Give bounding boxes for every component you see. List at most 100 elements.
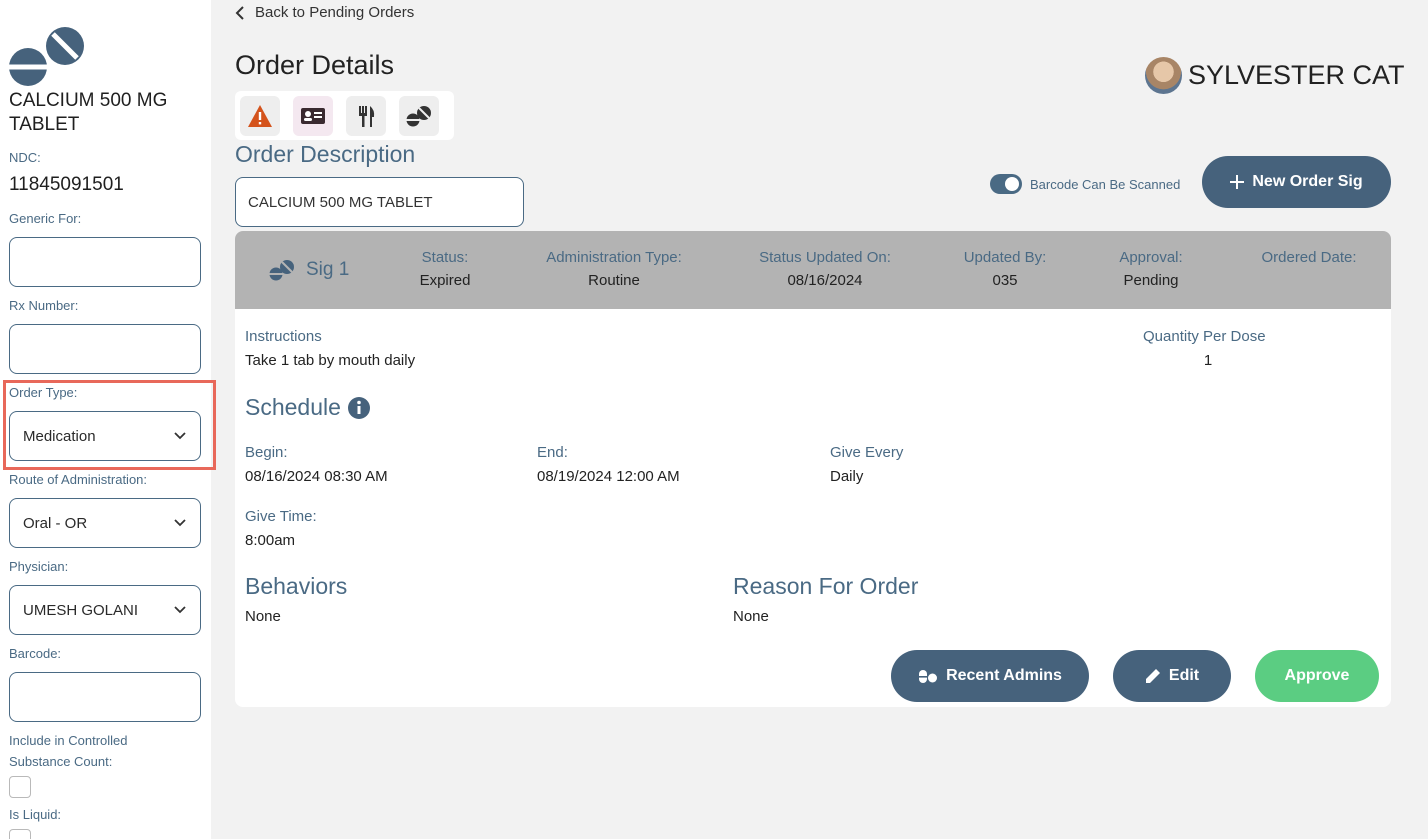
route-label: Route of Administration: [9,472,148,487]
controlled-label-line2: Substance Count: [9,754,113,769]
give-every-label: Give Every [830,444,904,461]
info-icon[interactable] [347,396,371,420]
ordered-date-col: Ordered Date: [1239,249,1379,272]
admin-type-col: Administration Type: Routine [529,249,699,289]
instructions-value: Take 1 tab by mouth daily [245,352,416,369]
ndc-value: 11845091501 [9,174,124,195]
approve-label: Approve [1284,667,1350,684]
pills-icon [269,260,294,281]
begin-label: Begin: [245,444,288,461]
back-link[interactable]: Back to Pending Orders [235,4,414,21]
drug-name: CALCIUM 500 MG TABLET [9,90,168,135]
order-type-label: Order Type: [9,385,78,400]
chevron-down-icon [174,519,186,527]
sig-card: Sig 1 Status: Expired Administration Typ… [235,231,1391,707]
status-updated-col: Status Updated On: 08/16/2024 [740,249,910,289]
route-select[interactable]: Oral - OR [9,498,201,548]
patient-header: SYLVESTER CAT [1145,57,1405,94]
id-card-icon [301,107,325,124]
reason-value: None [733,608,769,625]
recent-admins-label: Recent Admins [946,667,1062,684]
order-description-value: CALCIUM 500 MG TABLET [248,193,433,211]
status-value: Expired [419,272,471,289]
plus-icon [1230,175,1245,189]
rx-number-label: Rx Number: [9,298,79,313]
status-col: Status: Expired [395,249,495,289]
edit-label: Edit [1168,667,1200,684]
medication-button[interactable] [399,95,439,136]
give-time-value: 8:00am [245,532,296,549]
schedule-heading: Schedule [245,394,371,421]
status-updated-value: 08/16/2024 [787,272,863,289]
rx-number-input[interactable] [9,324,201,374]
capsules-icon [919,670,938,683]
admin-type-value: Routine [588,272,640,289]
quantity-label: Quantity Per Dose [1143,328,1266,345]
controlled-substance-checkbox[interactable] [9,776,31,798]
id-card-button[interactable] [293,95,333,136]
instructions-label: Instructions [245,328,322,345]
behaviors-value: None [245,608,281,625]
barcode-toggle-group: Barcode Can Be Scanned [990,174,1180,194]
admin-type-label: Administration Type: [546,249,682,266]
chevron-down-icon [174,432,186,440]
edit-button[interactable]: Edit [1113,650,1231,702]
approve-button[interactable]: Approve [1255,650,1379,702]
quantity-value: 1 [1203,352,1213,369]
page-title: Order Details [235,50,395,80]
barcode-label: Barcode: [9,646,62,661]
give-time-label: Give Time: [245,508,317,525]
order-type-value: Medication [23,427,96,445]
approval-label: Approval: [1119,249,1183,266]
updated-by-label: Updated By: [963,249,1047,266]
new-order-sig-label: New Order Sig [1252,173,1363,190]
order-description-input[interactable]: CALCIUM 500 MG TABLET [235,177,524,227]
order-type-select[interactable]: Medication [9,411,201,461]
avatar [1145,57,1182,94]
warning-icon [248,104,272,127]
updated-by-value: 035 [992,272,1018,289]
end-label: End: [537,444,568,461]
pencil-icon [1145,669,1160,683]
schedule-title: Schedule [245,394,341,420]
patient-name: SYLVESTER CAT [1188,60,1405,90]
sig-label: Sig 1 [306,259,350,280]
begin-value: 08/16/2024 08:30 AM [245,468,388,485]
is-liquid-checkbox[interactable] [9,829,31,839]
status-label: Status: [421,249,469,266]
reason-heading: Reason For Order [733,573,919,599]
chevron-left-icon [235,5,244,20]
utensils-icon [359,105,375,127]
generic-for-input[interactable] [9,237,201,287]
updated-by-col: Updated By: 035 [945,249,1065,289]
warning-button[interactable] [240,95,280,136]
icon-toolbar [235,91,454,140]
order-description-heading: Order Description [235,141,416,167]
new-order-sig-button[interactable]: New Order Sig [1202,156,1391,208]
pills-logo-icon [9,27,84,86]
physician-select[interactable]: UMESH GOLANI [9,585,201,635]
pills-icon [406,105,431,126]
approval-value: Pending [1123,272,1179,289]
approval-col: Approval: Pending [1101,249,1201,289]
generic-for-label: Generic For: [9,211,82,226]
physician-label: Physician: [9,559,69,574]
ndc-label: NDC: [9,150,41,165]
barcode-toggle[interactable] [990,174,1022,194]
sig-title[interactable]: Sig 1 [268,259,349,281]
barcode-input[interactable] [9,672,201,722]
back-label: Back to Pending Orders [255,4,415,21]
diet-button[interactable] [346,95,386,136]
route-value: Oral - OR [23,514,88,532]
status-updated-label: Status Updated On: [759,249,891,266]
controlled-label-line1: Include in Controlled [9,733,128,748]
barcode-toggle-label: Barcode Can Be Scanned [1030,176,1181,192]
give-every-value: Daily [830,468,864,485]
is-liquid-label: Is Liquid: [9,807,62,822]
recent-admins-button[interactable]: Recent Admins [891,650,1089,702]
end-value: 08/19/2024 12:00 AM [537,468,680,485]
sig-header: Sig 1 Status: Expired Administration Typ… [235,231,1391,309]
ordered-date-label: Ordered Date: [1261,249,1357,266]
chevron-down-icon [174,606,186,614]
sidebar: CALCIUM 500 MG TABLET NDC: 11845091501 G… [0,0,216,839]
